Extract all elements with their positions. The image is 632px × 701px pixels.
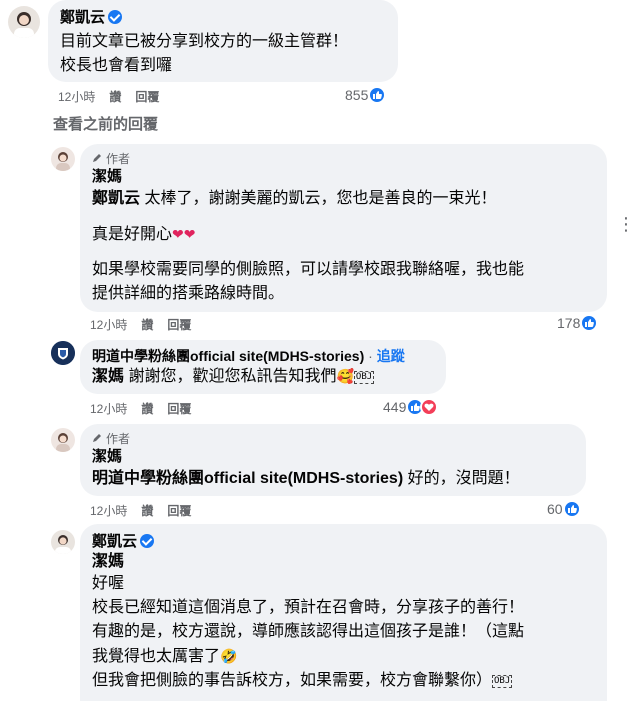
avatar[interactable] [51, 341, 75, 365]
mention-link[interactable]: 明道中學粉絲團official site(MDHS-stories) [92, 470, 403, 487]
comment-line: 我覺得也太厲害了🤣 [92, 644, 602, 669]
comment-text: 潔媽 謝謝您，歡迎您私訊告知我們🥰 OBJ [92, 364, 375, 389]
verified-badge-icon [140, 534, 155, 548]
avatar[interactable] [51, 530, 75, 554]
reply-button[interactable]: 回覆 [167, 503, 191, 519]
smiling-face-with-hearts-emoji-icon: 🥰 [336, 368, 354, 384]
comment-text: 明道中學粉絲團official site(MDHS-stories) 好的，沒問… [92, 467, 520, 491]
comment-line: 但我會把側臉的事告訴校方，如果需要，校方會聯繫你） OBJ [92, 669, 602, 693]
mention-link[interactable]: 潔媽 [92, 368, 124, 385]
comment-line-text: 太棒了，謝謝美麗的凱云，您也是善良的一束光！ [140, 190, 497, 207]
heart-icon [420, 398, 439, 416]
object-placeholder-icon: OBJ [492, 675, 513, 688]
pencil-icon [92, 431, 102, 447]
commenter-name[interactable]: 鄭凱云 [92, 532, 155, 552]
reaction-count[interactable]: 449 [383, 398, 439, 416]
mention-link[interactable]: 潔媽 [92, 552, 602, 572]
comment-line-text: 真是好開心 [92, 226, 173, 243]
view-previous-replies[interactable]: 查看之前的回覆 [53, 113, 158, 134]
reaction-count-text: 60 [547, 501, 563, 517]
comment-line-text: 謝謝您，歡迎您私訊告知我們 [124, 368, 337, 385]
comment-line: 鄭凱云 太棒了，謝謝美麗的凱云，您也是善良的一束光！ [92, 187, 602, 211]
like-button[interactable]: 讚 [109, 89, 121, 105]
comment-line: 真是好開心❤❤ [92, 222, 602, 247]
comment-text: 鄭凱云 太棒了，謝謝美麗的凱云，您也是善良的一束光！ 真是好開心❤❤ 如果學校需… [92, 187, 602, 306]
heart-emoji-icon: ❤❤ [172, 226, 196, 242]
like-button[interactable]: 讚 [141, 503, 153, 519]
commenter-name[interactable]: 潔媽 [92, 167, 122, 187]
commenter-name[interactable]: 潔媽 [92, 447, 122, 467]
commenter-name-text[interactable]: 鄭凱云 [60, 9, 105, 26]
comment-line-text: 好的，沒問題！ [403, 470, 520, 487]
comment-line: 如果學校需要同學的側臉照，可以請學校跟我聯絡喔，我也能 [92, 261, 525, 278]
like-icon [580, 314, 599, 332]
avatar[interactable] [51, 147, 75, 171]
timestamp[interactable]: 12小時 [58, 89, 95, 105]
page-name-link[interactable]: 明道中學粉絲團official site(MDHS-stories) [92, 348, 364, 364]
reaction-count[interactable]: 178 [557, 314, 599, 332]
mention-link[interactable]: 鄭凱云 [92, 190, 140, 207]
comment-text: 目前文章已被分享到校方的一級主管群！ 校長也會看到囉 [60, 30, 348, 78]
timestamp[interactable]: 12小時 [90, 317, 127, 333]
comment-meta: 12小時 讚 回覆 [90, 503, 191, 519]
reply-button[interactable]: 回覆 [167, 401, 191, 417]
comment-meta: 12小時 讚 回覆 [58, 89, 159, 105]
reaction-count-text: 178 [557, 315, 581, 331]
author-tag-label: 作者 [106, 152, 131, 166]
pencil-icon [92, 151, 102, 167]
reaction-count[interactable]: 60 [547, 500, 581, 518]
rolling-laughing-emoji-icon: 🤣 [220, 648, 238, 664]
like-button[interactable]: 讚 [141, 317, 153, 333]
reaction-count[interactable]: 855 [345, 86, 387, 104]
more-options-icon[interactable]: ⋮ [617, 214, 632, 235]
reply-button[interactable]: 回覆 [135, 89, 159, 105]
comment-line: 校長也會看到囉 [60, 57, 173, 74]
comment-meta: 12小時 讚 回覆 [90, 401, 191, 417]
author-tag: 作者 [92, 431, 130, 447]
commenter-name[interactable]: 鄭凱云 [60, 8, 123, 28]
reaction-count-text: 449 [383, 399, 407, 415]
comment-line: 校長已經知道這個消息了，預計在召會時，分享孩子的善行！ [92, 599, 525, 616]
reply-button[interactable]: 回覆 [167, 317, 191, 333]
comment-line: 好喔 [92, 575, 125, 592]
timestamp[interactable]: 12小時 [90, 401, 127, 417]
verified-badge-icon [108, 10, 123, 24]
author-tag: 作者 [92, 151, 130, 167]
object-placeholder-icon: OBJ [353, 371, 375, 384]
comment-meta: 12小時 讚 回覆 [90, 317, 191, 333]
timestamp[interactable]: 12小時 [90, 503, 127, 519]
avatar[interactable] [8, 6, 40, 38]
like-button[interactable]: 讚 [141, 401, 153, 417]
comment-line-text: 我覺得也太厲害了 [92, 648, 221, 665]
comment-line-text: 但我會把側臉的事告訴校方，如果需要，校方會聯繫你） [92, 672, 493, 689]
reaction-count-text: 855 [345, 87, 369, 103]
follow-button[interactable]: 追蹤 [377, 348, 405, 364]
comment-text: 潔媽 好喔 校長已經知道這個消息了，預計在召會時，分享孩子的善行！ 有趣的是，校… [92, 552, 602, 693]
avatar[interactable] [51, 428, 75, 452]
comment-line: 目前文章已被分享到校方的一級主管群！ [60, 33, 349, 50]
commenter-name: 明道中學粉絲團official site(MDHS-stories) · 追蹤 [92, 348, 405, 364]
comment-line: 提供詳細的搭乘路線時間。 [92, 285, 285, 302]
like-icon [562, 500, 581, 518]
author-tag-label: 作者 [106, 432, 131, 446]
commenter-name-text[interactable]: 鄭凱云 [92, 533, 137, 550]
comment-line: 有趣的是，校方還說，導師應該認得出這個孩子是誰！（這點 [92, 623, 525, 640]
like-icon [368, 86, 387, 104]
